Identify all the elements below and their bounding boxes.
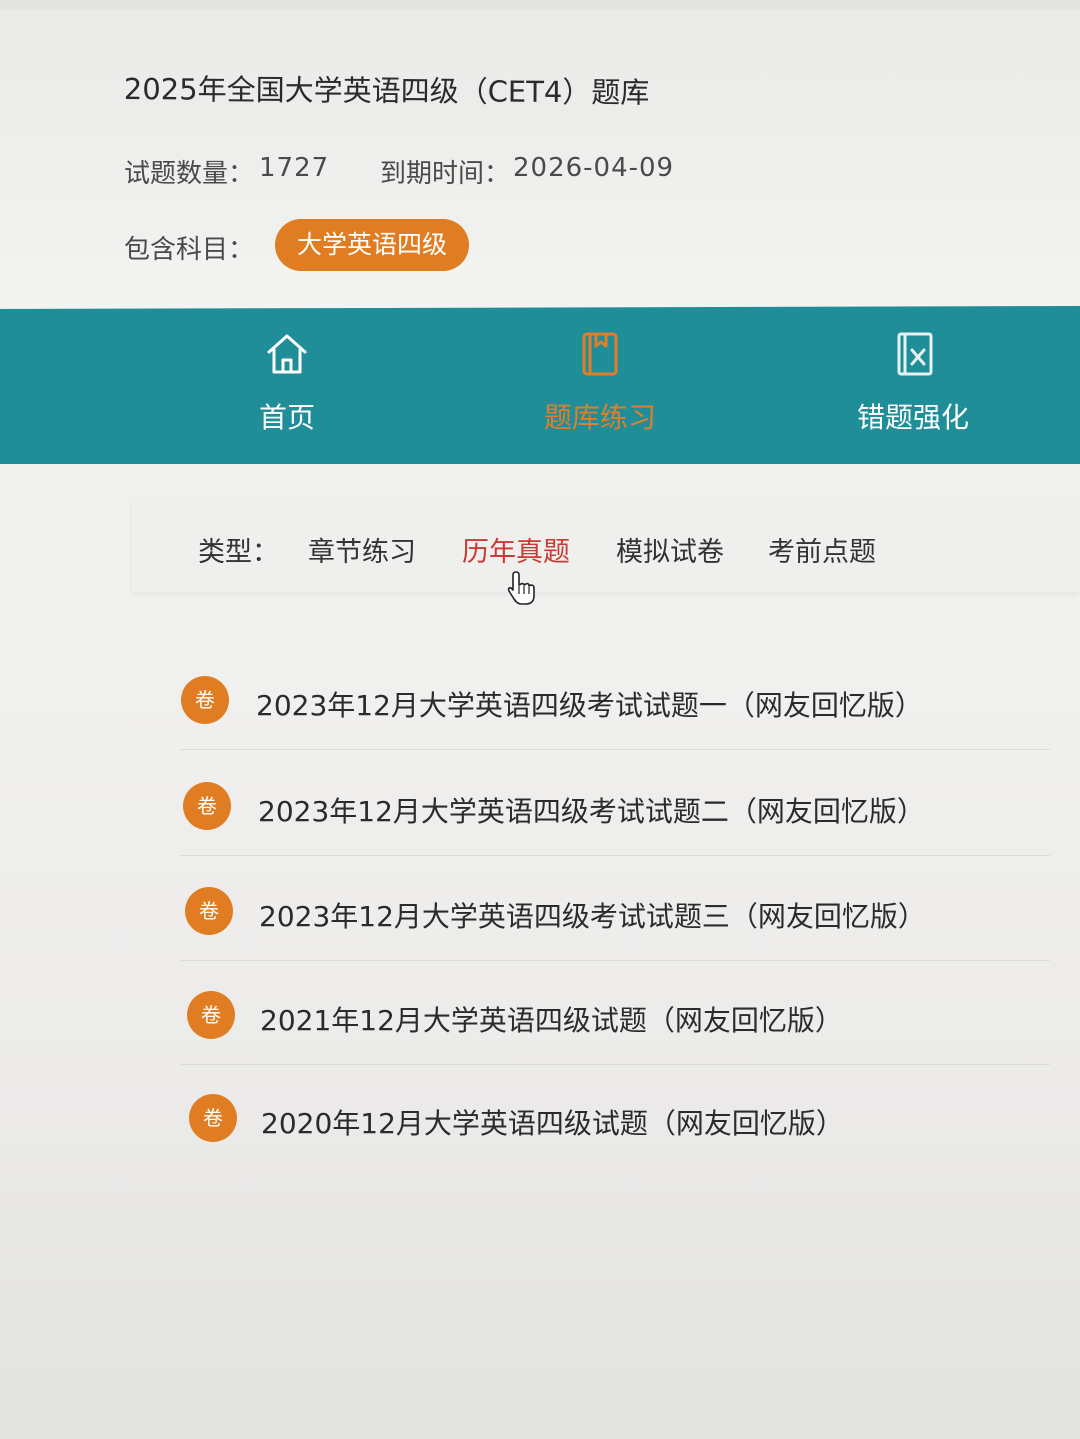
paper-badge: 卷	[183, 782, 231, 830]
row-divider	[180, 855, 1050, 856]
nav-label-practice: 题库练习	[543, 401, 656, 434]
nav-label-home: 首页	[258, 401, 315, 434]
paper-list-item[interactable]: 卷 2023年12月大学英语四级考试试题二（网友回忆版）	[170, 752, 1050, 856]
page-title: 2025年全国大学英语四级（CET4）题库	[123, 71, 650, 110]
paper-badge: 卷	[187, 991, 235, 1039]
question-count-label: 试题数量：	[124, 159, 255, 189]
paper-list-item[interactable]: 卷 2021年12月大学英语四级试题（网友回忆版）	[170, 961, 1050, 1065]
type-filter-bar: 类型： 章节练习 历年真题 模拟试卷 考前点题	[132, 500, 1080, 592]
expiry-label: 到期时间：	[380, 159, 511, 189]
paper-badge: 卷	[185, 887, 233, 935]
row-divider	[180, 749, 1050, 750]
filter-type-label: 类型：	[198, 537, 279, 568]
paper-list-item[interactable]: 卷 2023年12月大学英语四级考试试题三（网友回忆版）	[170, 857, 1050, 961]
main-nav: 首页 题库练习 错题强化	[0, 306, 1080, 464]
browser-edge	[0, 0, 1080, 10]
book-icon	[582, 332, 618, 376]
expiry-value: 2026-04-09	[513, 153, 675, 183]
home-icon	[267, 334, 307, 374]
filter-past-papers[interactable]: 历年真题	[462, 530, 570, 569]
paper-title: 2023年12月大学英语四级考试试题一（网友回忆版）	[256, 689, 923, 722]
question-count-value: 1727	[259, 153, 330, 183]
paper-badge: 卷	[189, 1094, 237, 1142]
paper-list-item[interactable]: 卷 2023年12月大学英语四级考试试题一（网友回忆版）	[170, 646, 1050, 750]
paper-badge: 卷	[181, 676, 229, 724]
filter-chapter-practice[interactable]: 章节练习	[308, 530, 416, 569]
paper-title: 2021年12月大学英语四级试题（网友回忆版）	[260, 1004, 843, 1037]
paper-title: 2023年12月大学英语四级考试试题二（网友回忆版）	[258, 795, 925, 828]
subject-badge[interactable]: 大学英语四级	[275, 219, 469, 271]
filter-pre-exam-tips[interactable]: 考前点题	[768, 530, 876, 569]
paper-list-item[interactable]: 卷 2020年12月大学英语四级试题（网友回忆版）	[170, 1064, 1050, 1168]
paper-title: 2023年12月大学英语四级考试试题三（网友回忆版）	[259, 900, 926, 933]
nav-label-mistakes: 错题强化	[856, 401, 969, 434]
subjects-label: 包含科目：	[124, 235, 255, 265]
filter-mock-exams[interactable]: 模拟试卷	[616, 530, 724, 569]
wrong-question-icon	[897, 332, 933, 376]
exam-bank-header: 2025年全国大学英语四级（CET4）题库 试题数量： 1727 到期时间： 2…	[0, 0, 1080, 308]
nav-item-mistakes[interactable]: 错题强化	[803, 306, 1023, 464]
paper-title: 2020年12月大学英语四级试题（网友回忆版）	[261, 1107, 844, 1140]
nav-item-home[interactable]: 首页	[187, 306, 387, 464]
pointer-hand-icon	[507, 571, 535, 605]
nav-item-practice[interactable]: 题库练习	[490, 306, 710, 464]
